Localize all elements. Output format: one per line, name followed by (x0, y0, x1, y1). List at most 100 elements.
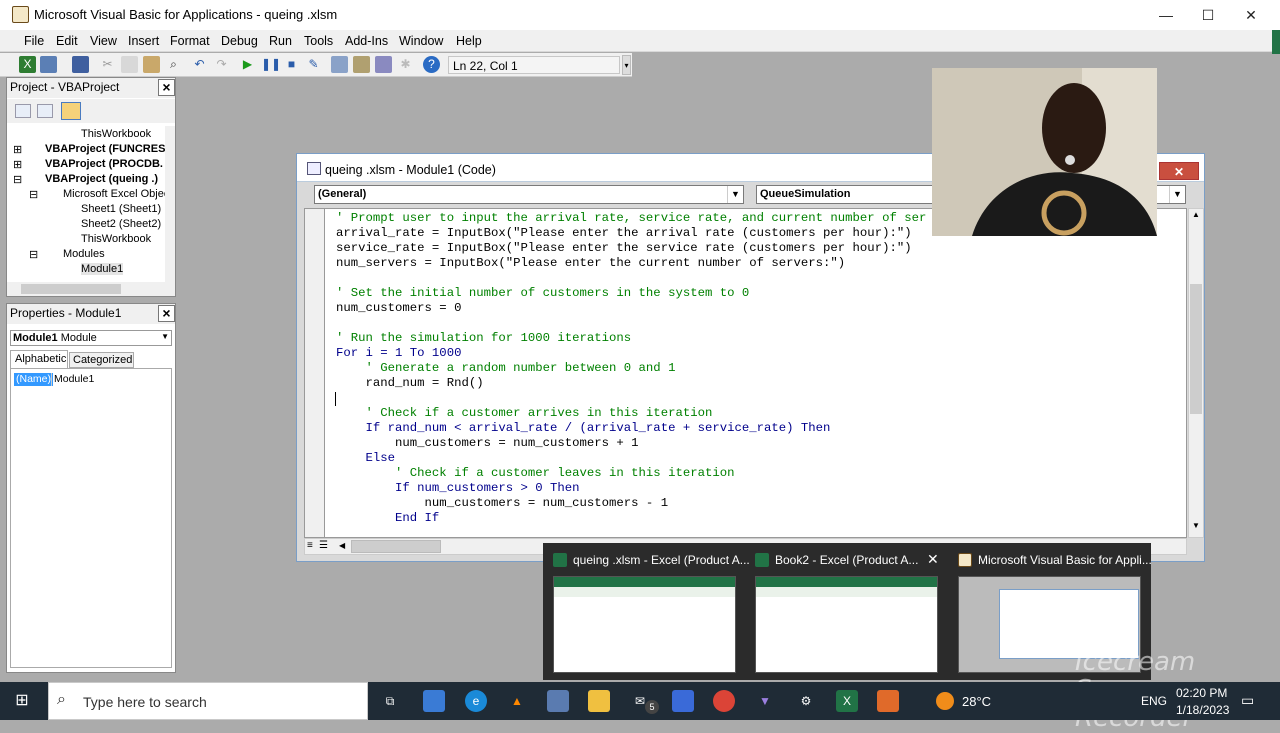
properties-title: Properties - Module1 (7, 304, 175, 324)
code-line: ' Run the simulation for 1000 iterations (336, 331, 632, 345)
cut-icon[interactable]: ✂ (99, 56, 116, 73)
tree-item-modules[interactable]: Modules (63, 248, 105, 260)
find-icon[interactable]: ⌕ (165, 56, 182, 73)
paste-icon[interactable] (143, 56, 160, 73)
undo-icon[interactable]: ↶ (191, 56, 208, 73)
weather-icon[interactable] (936, 692, 954, 710)
copy-icon[interactable] (121, 56, 138, 73)
close-icon[interactable]: × (158, 305, 175, 322)
menu-view[interactable]: View (90, 34, 117, 48)
toolbar-options-icon[interactable]: ▾ (622, 55, 631, 75)
temperature[interactable]: 28°C (962, 694, 991, 709)
menu-addins[interactable]: Add-Ins (345, 34, 388, 48)
excel-icon[interactable]: X (836, 690, 858, 712)
title-bar: Microsoft Visual Basic for Applications … (0, 0, 1280, 30)
toggle-folders-icon[interactable] (61, 102, 81, 120)
menu-insert[interactable]: Insert (128, 34, 159, 48)
preview-queing-excel[interactable]: queing .xlsm - Excel (Product A... (543, 543, 750, 680)
file-explorer-icon[interactable] (588, 690, 610, 712)
menu-edit[interactable]: Edit (56, 34, 78, 48)
recorder-icon[interactable] (877, 690, 899, 712)
menu-run[interactable]: Run (269, 34, 292, 48)
settings-icon[interactable]: ⚙ (795, 690, 817, 712)
tree-item-module1[interactable]: Module1 (81, 263, 124, 275)
chevron-left-icon[interactable]: ◀ (339, 541, 345, 550)
redo-icon[interactable]: ↷ (213, 56, 230, 73)
tree-item-procdb[interactable]: VBAProject (PROCDB. (45, 158, 163, 170)
hscroll-thumb[interactable] (351, 540, 441, 553)
view-code-icon[interactable] (15, 104, 31, 118)
app-icon[interactable]: ▼ (754, 690, 776, 712)
task-view-icon[interactable]: ⧉ (379, 690, 401, 712)
windows-start-icon[interactable]: ⊞ (11, 690, 33, 712)
object-selector[interactable]: Module1 Module ▼ (10, 330, 172, 346)
view-object-icon[interactable] (37, 104, 53, 118)
menu-debug[interactable]: Debug (221, 34, 258, 48)
tree-collapse-icon[interactable]: ⊟ (13, 173, 22, 186)
vscroll-thumb[interactable] (1190, 284, 1202, 414)
procedure-combo-value: QueueSimulation (760, 188, 851, 200)
chrome-icon[interactable] (713, 690, 735, 712)
properties-window-icon[interactable] (353, 56, 370, 73)
property-value[interactable]: Module1 (51, 373, 171, 386)
run-icon[interactable]: ▶ (239, 56, 256, 73)
tree-item-funcres[interactable]: VBAProject (FUNCRES (45, 143, 165, 155)
reset-icon[interactable]: ■ (283, 56, 300, 73)
project-explorer-icon[interactable] (331, 56, 348, 73)
close-icon[interactable]: × (158, 79, 175, 96)
clock-time[interactable]: 02:20 PM (1176, 686, 1227, 700)
menu-tools[interactable]: Tools (304, 34, 333, 48)
preview-book2-excel[interactable]: Book2 - Excel (Product A... ✕ (745, 543, 945, 680)
language-indicator[interactable]: ENG (1141, 694, 1167, 708)
notification-icon[interactable]: ▭ (1241, 692, 1254, 709)
maximize-icon[interactable]: ☐ (1185, 0, 1231, 30)
tab-categorized[interactable]: Categorized (69, 352, 134, 368)
pdf-editor-icon[interactable] (547, 690, 569, 712)
toolbox-icon[interactable]: ✱ (397, 56, 414, 73)
close-icon[interactable]: ✕ (1228, 0, 1274, 30)
break-icon[interactable]: ❚❚ (261, 56, 281, 73)
save-icon[interactable] (72, 56, 89, 73)
menu-format[interactable]: Format (170, 34, 210, 48)
tree-item-sheet1[interactable]: Sheet1 (Sheet1) (81, 203, 161, 215)
search-box[interactable]: ⌕ Type here to search (48, 682, 368, 720)
vlc-icon[interactable]: ▲ (506, 690, 528, 712)
tree-collapse-icon[interactable]: ⊟ (29, 188, 38, 201)
tree-vscroll[interactable] (165, 126, 175, 284)
menu-file[interactable]: File (24, 34, 44, 48)
tree-collapse-icon[interactable]: ⊟ (29, 248, 38, 261)
insert-userform-icon[interactable] (40, 56, 57, 73)
tab-alphabetic[interactable]: Alphabetic (10, 350, 68, 368)
code-editor[interactable]: ' Prompt user to input the arrival rate,… (304, 208, 1187, 538)
object-combo[interactable]: (General) ▼ (314, 185, 744, 204)
edge-icon[interactable]: e (465, 690, 487, 712)
minimize-icon[interactable]: — (1143, 0, 1189, 30)
object-browser-icon[interactable] (375, 56, 392, 73)
tree-item-queing[interactable]: VBAProject (queing .) (45, 173, 158, 185)
tree-expand-icon[interactable]: ⊞ (13, 158, 22, 171)
clock-date[interactable]: 1/18/2023 (1176, 703, 1229, 717)
tree-item-sheet2[interactable]: Sheet2 (Sheet2) (81, 218, 161, 230)
chevron-up-icon[interactable]: ▲ (1190, 210, 1202, 224)
close-icon[interactable]: ✕ (927, 551, 939, 568)
tree-hscroll[interactable] (7, 282, 175, 296)
chevron-down-icon[interactable]: ▼ (1190, 521, 1202, 535)
menu-help[interactable]: Help (456, 34, 482, 48)
menu-window[interactable]: Window (399, 34, 443, 48)
code-vscroll[interactable]: ▲ ▼ (1188, 208, 1204, 538)
photos-icon[interactable] (423, 690, 445, 712)
property-name[interactable]: (Name) (14, 373, 54, 386)
help-icon[interactable]: ? (423, 56, 440, 73)
window-title: Microsoft Visual Basic for Applications … (34, 7, 338, 22)
close-icon[interactable]: ✕ (1159, 162, 1199, 180)
full-module-view-icon[interactable]: ☰ (319, 540, 328, 551)
tree-item-thisworkbook-2[interactable]: ThisWorkbook (81, 233, 151, 245)
procedure-view-icon[interactable]: ≡ (307, 540, 313, 551)
tree-item-excel-objects[interactable]: Microsoft Excel Objec (63, 188, 165, 200)
margin-indicator-bar[interactable] (305, 209, 325, 537)
store-icon[interactable] (672, 690, 694, 712)
tree-item-thisworkbook[interactable]: ThisWorkbook (81, 128, 151, 140)
tree-expand-icon[interactable]: ⊞ (13, 143, 22, 156)
excel-view-icon[interactable]: X (19, 56, 36, 73)
design-mode-icon[interactable]: ✎ (305, 56, 322, 73)
